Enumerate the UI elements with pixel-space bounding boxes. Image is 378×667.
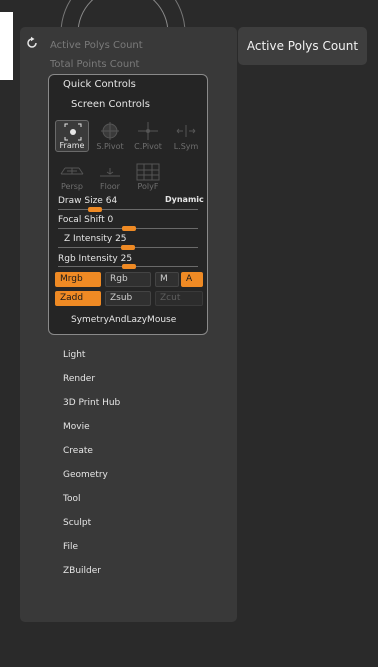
active-polys-label: Active Polys Count (50, 40, 143, 51)
total-points-label: Total Points Count (50, 59, 140, 70)
draw-size-track[interactable] (58, 209, 198, 210)
quick-controls-panel: Quick Controls Screen Controls Frame S.P… (48, 74, 208, 335)
menu-item-geometry[interactable]: Geometry (63, 470, 108, 480)
z-intensity-knob[interactable] (121, 245, 135, 250)
perspective-icon (60, 167, 84, 175)
frame-icon (64, 123, 82, 141)
floor-label: Floor (100, 182, 120, 191)
spivot-label: S.Pivot (96, 142, 124, 151)
refresh-icon[interactable] (25, 36, 39, 50)
draw-size-value: 64 (105, 196, 118, 206)
menu-item-3d-print-hub[interactable]: 3D Print Hub (63, 398, 120, 408)
lsym-label: L.Sym (173, 142, 199, 151)
rgb-intensity-knob[interactable] (122, 264, 136, 269)
persp-label: Persp (61, 182, 83, 191)
menu-item-file[interactable]: File (63, 542, 78, 552)
menu-item-create[interactable]: Create (63, 446, 93, 456)
polyframe-icon (136, 163, 160, 181)
focal-shift-slider[interactable]: Focal Shift 0 (58, 215, 113, 225)
persp-button[interactable]: Persp (55, 160, 89, 192)
side-white-strip (0, 12, 13, 80)
frame-label: Frame (59, 141, 85, 150)
rgb-button[interactable]: Rgb (105, 272, 151, 287)
draw-size-label: Draw Size (58, 196, 103, 206)
focal-shift-label: Focal Shift (58, 215, 105, 225)
menu-item-zbuilder[interactable]: ZBuilder (63, 566, 101, 576)
crosshair-pivot-icon (138, 122, 158, 140)
rgb-intensity-label: Rgb Intensity (58, 254, 118, 264)
dynamic-toggle[interactable]: Dynamic (165, 195, 204, 204)
quick-controls-title[interactable]: Quick Controls (63, 79, 136, 90)
rgb-intensity-slider[interactable]: Rgb Intensity 25 (58, 254, 132, 264)
z-intensity-slider[interactable]: Z Intensity 25 (64, 234, 127, 244)
tooltip: Active Polys Count (238, 27, 367, 65)
menu-item-tool[interactable]: Tool (63, 494, 80, 504)
zadd-button[interactable]: Zadd (55, 291, 101, 306)
floor-button[interactable]: Floor (93, 160, 127, 192)
rgb-intensity-value: 25 (120, 254, 133, 264)
menu-item-render[interactable]: Render (63, 374, 95, 384)
local-symmetry-icon (176, 125, 196, 137)
lsym-button[interactable]: L.Sym (169, 120, 203, 152)
sphere-pivot-icon (101, 122, 119, 140)
menu-item-movie[interactable]: Movie (63, 422, 90, 432)
zsub-button[interactable]: Zsub (105, 291, 151, 306)
m-button[interactable]: M (155, 272, 179, 287)
z-intensity-value: 25 (115, 234, 127, 244)
mrgb-button[interactable]: Mrgb (55, 272, 101, 287)
cpivot-label: C.Pivot (134, 142, 162, 151)
symmetry-lazymouse-item[interactable]: SymetryAndLazyMouse (71, 315, 176, 325)
polyf-label: PolyF (137, 182, 159, 191)
draw-size-knob[interactable] (88, 207, 102, 212)
zcut-button[interactable]: Zcut (155, 291, 203, 306)
z-intensity-label: Z Intensity (64, 234, 113, 244)
spivot-button[interactable]: S.Pivot (93, 120, 127, 152)
draw-size-slider[interactable]: Draw Size 64 (58, 196, 117, 206)
polyf-button[interactable]: PolyF (131, 160, 165, 192)
cpivot-button[interactable]: C.Pivot (131, 120, 165, 152)
focal-shift-knob[interactable] (122, 226, 136, 231)
floor-icon (100, 168, 120, 177)
menu-item-light[interactable]: Light (63, 350, 85, 360)
screen-controls-title[interactable]: Screen Controls (71, 99, 150, 110)
a-button[interactable]: A (181, 272, 203, 287)
menu-item-sculpt[interactable]: Sculpt (63, 518, 91, 528)
frame-button[interactable]: Frame (55, 120, 89, 152)
focal-shift-value: 0 (107, 215, 114, 225)
